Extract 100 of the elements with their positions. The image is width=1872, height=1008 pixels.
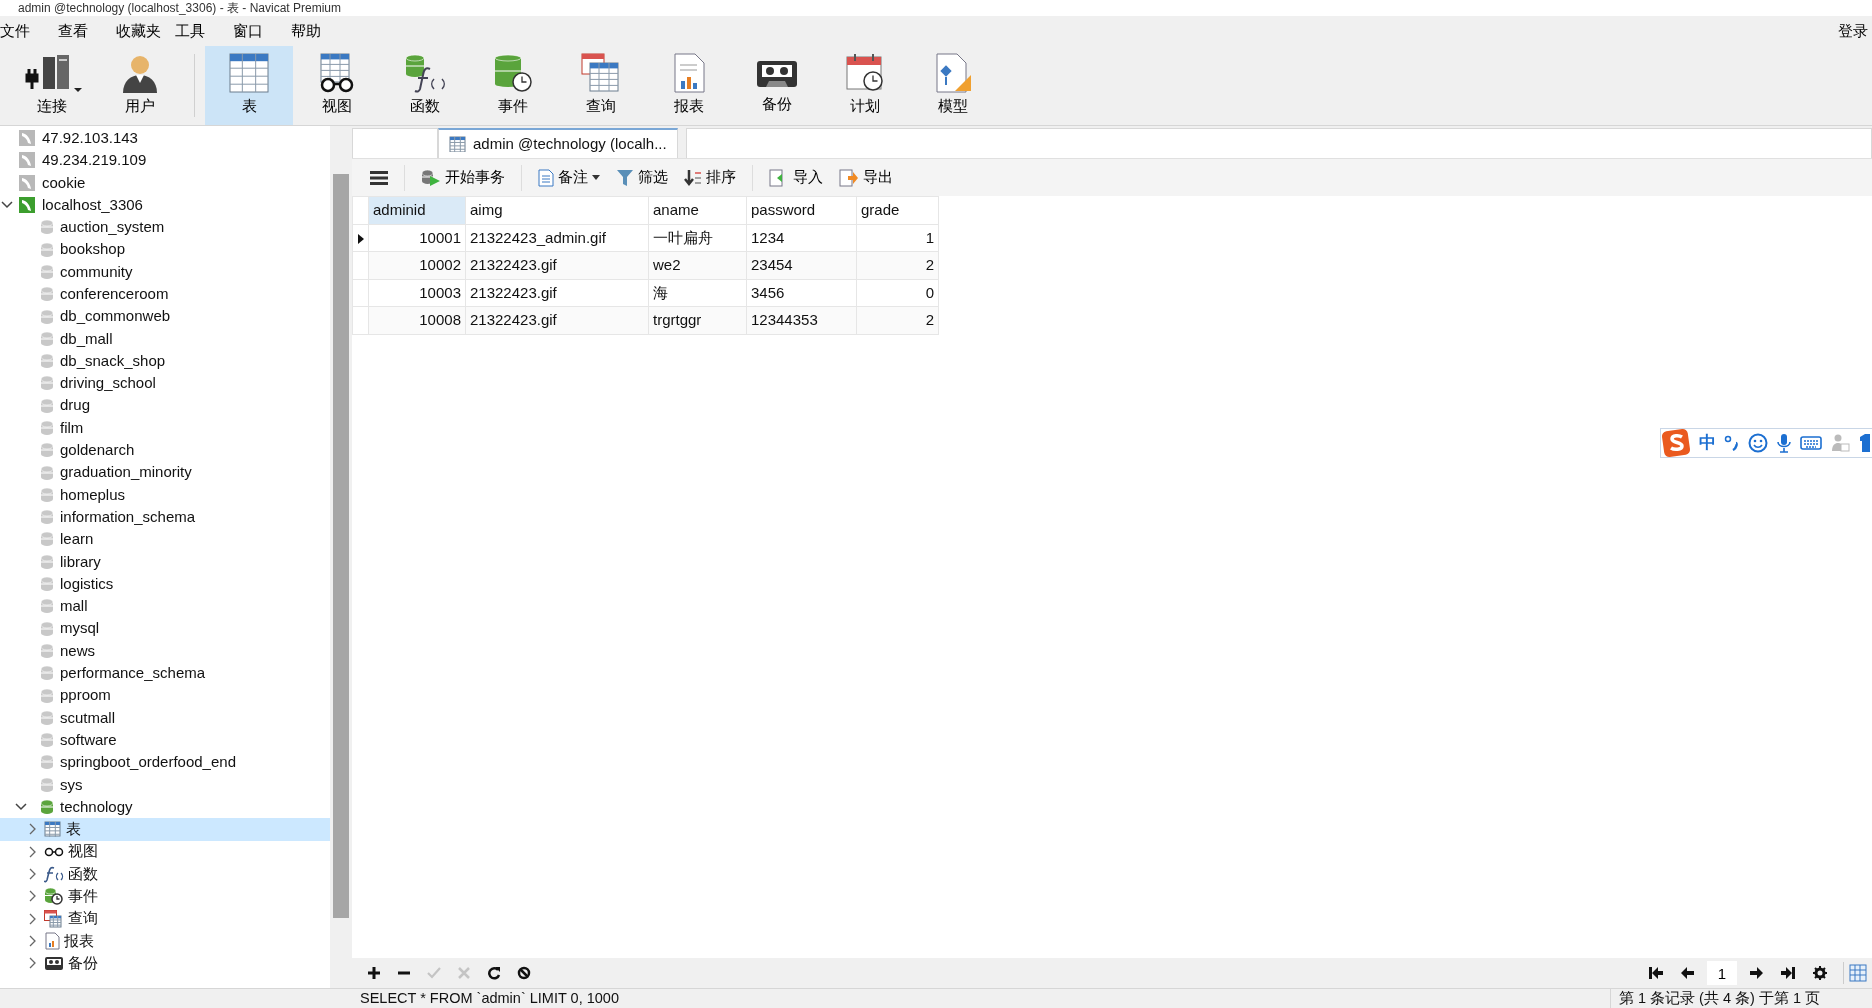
tree-item[interactable]: software xyxy=(60,728,117,752)
tree-item[interactable]: db_mall xyxy=(60,327,113,351)
tree-item[interactable]: auction_system xyxy=(60,216,165,239)
column-header[interactable]: adminid xyxy=(368,196,466,224)
tree-item[interactable]: db_snack_shop xyxy=(60,349,166,373)
page-number-field[interactable]: 1 xyxy=(1707,961,1737,985)
tree-item[interactable]: learn xyxy=(60,528,94,551)
dropdown-caret-icon[interactable] xyxy=(73,87,83,94)
first-page-icon xyxy=(1648,966,1664,980)
menu-item[interactable]: 收藏夹 xyxy=(116,16,175,46)
tree-item[interactable]: performance_schema xyxy=(60,662,206,685)
tree-item[interactable]: sys xyxy=(60,773,83,796)
tree-item[interactable]: 49.234.219.109 xyxy=(42,149,147,172)
tree-item[interactable]: library xyxy=(60,550,101,574)
sql-text: SELECT * FROM `admin` LIMIT 0, 1000 xyxy=(359,989,619,1008)
filter-icon xyxy=(616,168,634,187)
tree-item[interactable]: community xyxy=(60,260,133,284)
plus-icon xyxy=(367,966,381,980)
menu-item[interactable]: 帮助 xyxy=(291,16,349,46)
toolbar-button[interactable]: 连接 xyxy=(8,46,96,125)
toolbar-button[interactable]: 查询 xyxy=(557,46,645,125)
tree-row[interactable]: 备份 xyxy=(0,952,330,975)
tree-item[interactable]: 47.92.103.143 xyxy=(42,126,138,150)
tree-row[interactable]: 报表 xyxy=(0,929,330,952)
tree-row[interactable]: 表 xyxy=(0,818,330,841)
table-cell: 海 xyxy=(648,279,747,307)
tree-item[interactable]: film xyxy=(60,416,84,440)
toolbar-button[interactable]: 导出 xyxy=(833,164,899,191)
refresh-icon xyxy=(487,966,501,980)
dropdown-caret-icon xyxy=(592,175,600,180)
toolbar-button[interactable]: 报表 xyxy=(645,46,733,125)
toolbar-button[interactable]: 模型 xyxy=(909,46,997,125)
tree-item[interactable]: mall xyxy=(60,595,88,618)
tree-item[interactable]: mysql xyxy=(60,617,100,640)
tree-row[interactable]: 视图 xyxy=(0,840,330,863)
tree-item[interactable]: driving_school xyxy=(60,372,156,395)
tree-item[interactable]: drug xyxy=(60,394,91,417)
smiley-icon[interactable] xyxy=(1748,433,1768,453)
tree-row[interactable]: 函数 xyxy=(0,862,330,886)
table-cell: 1 xyxy=(856,224,939,252)
table-cell: 21322423.gif xyxy=(465,306,649,334)
microphone-icon[interactable] xyxy=(1776,433,1792,453)
function-icon xyxy=(44,864,64,883)
tree-row[interactable]: 事件 xyxy=(0,885,330,908)
toolbar-button[interactable]: 表 xyxy=(205,46,293,125)
tree-item[interactable]: bookshop xyxy=(60,238,126,261)
tree-item[interactable]: localhost_3306 xyxy=(42,193,143,217)
table-cell: 2 xyxy=(856,306,939,334)
tree-item[interactable]: conferenceroom xyxy=(60,283,169,306)
column-header[interactable]: grade xyxy=(856,196,939,224)
tree-row[interactable]: 查询 xyxy=(0,907,330,930)
tree-item[interactable]: homeplus xyxy=(60,483,126,507)
toolbar-button[interactable]: 备注 xyxy=(532,164,606,191)
punctuation-icon[interactable] xyxy=(1724,435,1740,451)
column-header[interactable]: aimg xyxy=(465,196,649,224)
current-row-marker-icon xyxy=(356,232,365,245)
calendar-clock-icon xyxy=(845,53,885,94)
tree-item[interactable]: scutmall xyxy=(60,706,115,730)
table-cell: 23454 xyxy=(746,251,857,279)
tree-item[interactable]: cookie xyxy=(42,171,86,194)
toolbar-button[interactable]: 备份 xyxy=(733,46,821,125)
column-header[interactable]: aname xyxy=(648,196,747,224)
toolbar-button[interactable]: 函数 xyxy=(381,46,469,125)
s-logo-icon[interactable] xyxy=(1661,428,1691,458)
report-icon xyxy=(671,53,707,94)
toolbar-button[interactable]: 筛选 xyxy=(610,164,674,191)
tree-item[interactable]: information_schema xyxy=(60,505,196,529)
tree-item[interactable]: logistics xyxy=(60,572,114,596)
toolbar-button[interactable]: 导入 xyxy=(763,164,829,191)
tree-item[interactable]: news xyxy=(60,639,96,663)
database-clock-icon xyxy=(44,887,64,906)
toolbar-button[interactable]: 视图 xyxy=(293,46,381,125)
toolbar-button[interactable]: 开始事务 xyxy=(415,164,511,191)
tab[interactable]: admin @technology (localh... xyxy=(438,128,678,158)
menu-item[interactable]: 窗口 xyxy=(233,16,291,46)
diagram-icon xyxy=(933,53,973,94)
column-header[interactable]: password xyxy=(746,196,857,224)
database-clock-icon xyxy=(493,53,533,94)
previous-page-icon xyxy=(1680,966,1696,980)
query-table-icon xyxy=(581,53,621,94)
toolbar-button[interactable]: 排序 xyxy=(678,164,742,191)
tree-item[interactable]: goldenarch xyxy=(60,439,135,462)
table-cell: 一叶扁舟 xyxy=(648,224,747,252)
toolbar-button[interactable]: 用户 xyxy=(96,46,184,125)
input-mode-toggle[interactable]: 中 xyxy=(1699,430,1716,456)
toolbar-button[interactable]: 事件 xyxy=(469,46,557,125)
menu-item[interactable]: 文件 xyxy=(0,16,58,46)
tree-item[interactable]: technology xyxy=(60,795,133,819)
tree-item[interactable]: graduation_minority xyxy=(60,461,192,484)
menu-item[interactable]: 查看 xyxy=(58,16,116,46)
row-header[interactable] xyxy=(352,224,369,252)
toolbar-button[interactable]: 计划 xyxy=(821,46,909,125)
settings-icon xyxy=(1812,966,1828,980)
tree-item[interactable]: springboot_orderfood_end xyxy=(60,751,236,774)
database-play-icon xyxy=(421,168,441,187)
login-link[interactable]: 登录 xyxy=(1832,18,1872,44)
tree-item[interactable]: pproom xyxy=(60,684,111,707)
menu-item[interactable]: 工具 xyxy=(175,16,233,46)
keyboard-icon[interactable] xyxy=(1800,435,1822,451)
tree-item[interactable]: db_commonweb xyxy=(60,305,171,328)
